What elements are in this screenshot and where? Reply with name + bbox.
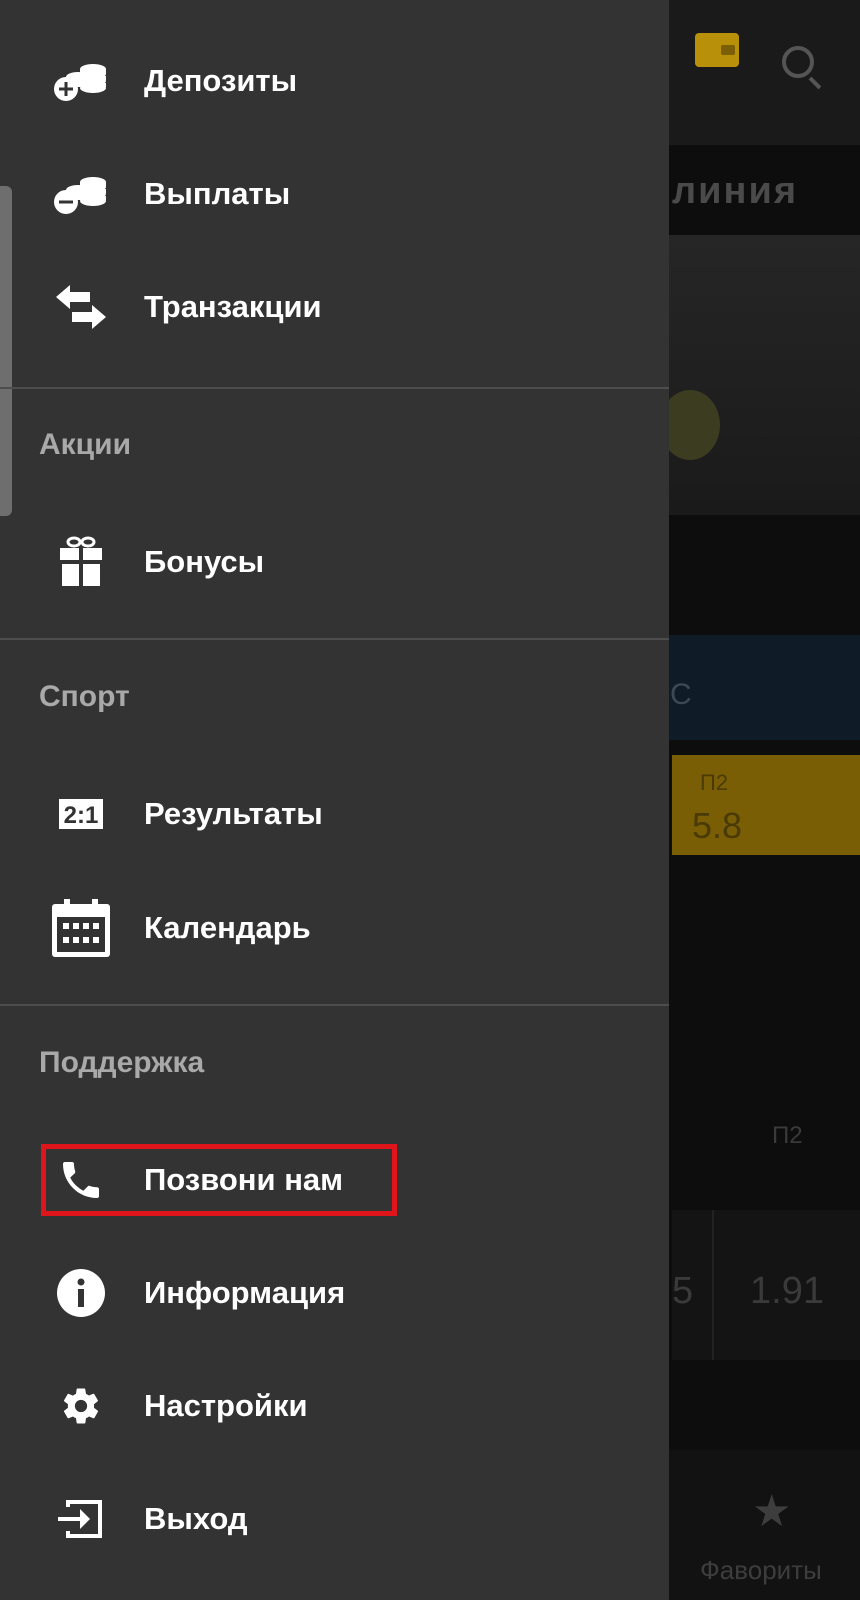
coins-minus-icon — [52, 165, 110, 223]
menu-item-label: Бонусы — [144, 544, 265, 579]
coins-plus-icon — [52, 52, 110, 110]
gift-icon — [52, 533, 110, 591]
divider — [0, 1004, 669, 1006]
navigation-drawer: Депозиты Выплаты Транзакции Акции Бонусы… — [0, 0, 669, 1600]
calendar-icon — [52, 899, 110, 957]
menu-item-calendar[interactable]: Календарь — [0, 880, 669, 976]
section-title-promotions: Акции — [39, 428, 132, 461]
bg-row-value-partial: 5 — [672, 1270, 694, 1312]
bg-odds-label: П2 — [700, 770, 729, 795]
bg-odds-value: 5.8 — [692, 805, 743, 846]
menu-item-label: Транзакции — [144, 289, 322, 324]
menu-item-transactions[interactable]: Транзакции — [0, 259, 669, 355]
section-title-sport: Спорт — [39, 680, 130, 713]
menu-item-label: Депозиты — [144, 63, 298, 98]
menu-item-results[interactable]: 2:1 Результаты — [0, 766, 669, 862]
bg-table-header: П2 — [772, 1122, 803, 1149]
menu-item-information[interactable]: Информация — [0, 1245, 669, 1341]
score-icon: 2:1 — [52, 785, 110, 843]
divider — [0, 638, 669, 640]
star-icon: ★ — [752, 1487, 792, 1536]
search-icon — [782, 46, 814, 78]
menu-item-bonuses[interactable]: Бонусы — [0, 514, 669, 610]
swap-arrows-icon — [52, 278, 110, 336]
bg-favorites-label: Фавориты — [700, 1555, 822, 1585]
menu-item-label: Выплаты — [144, 176, 291, 211]
menu-item-payouts[interactable]: Выплаты — [0, 146, 669, 242]
bg-row-value: 1.91 — [750, 1270, 824, 1312]
section-title-support: Поддержка — [39, 1046, 205, 1079]
menu-item-logout[interactable]: Выход — [0, 1471, 669, 1567]
bg-league-text: С — [670, 678, 692, 711]
menu-item-settings[interactable]: Настройки — [0, 1358, 669, 1454]
menu-item-label: Календарь — [144, 910, 311, 945]
menu-item-label: Результаты — [144, 796, 323, 831]
menu-item-label: Позвони нам — [144, 1162, 344, 1197]
menu-item-deposits[interactable]: Депозиты — [0, 33, 669, 129]
menu-item-label: Выход — [144, 1501, 248, 1536]
phone-icon — [52, 1151, 110, 1209]
exit-icon — [52, 1490, 110, 1548]
menu-item-call-us[interactable]: Позвони нам — [0, 1132, 669, 1228]
info-icon — [52, 1264, 110, 1322]
menu-item-label: Настройки — [144, 1388, 308, 1423]
bg-page-title: линия — [672, 170, 798, 212]
bg-banner-image — [660, 390, 720, 460]
svg-text:2:1: 2:1 — [64, 802, 99, 829]
menu-item-label: Информация — [144, 1275, 346, 1310]
wallet-icon — [695, 33, 739, 67]
gear-icon — [52, 1377, 110, 1435]
divider — [0, 387, 669, 389]
